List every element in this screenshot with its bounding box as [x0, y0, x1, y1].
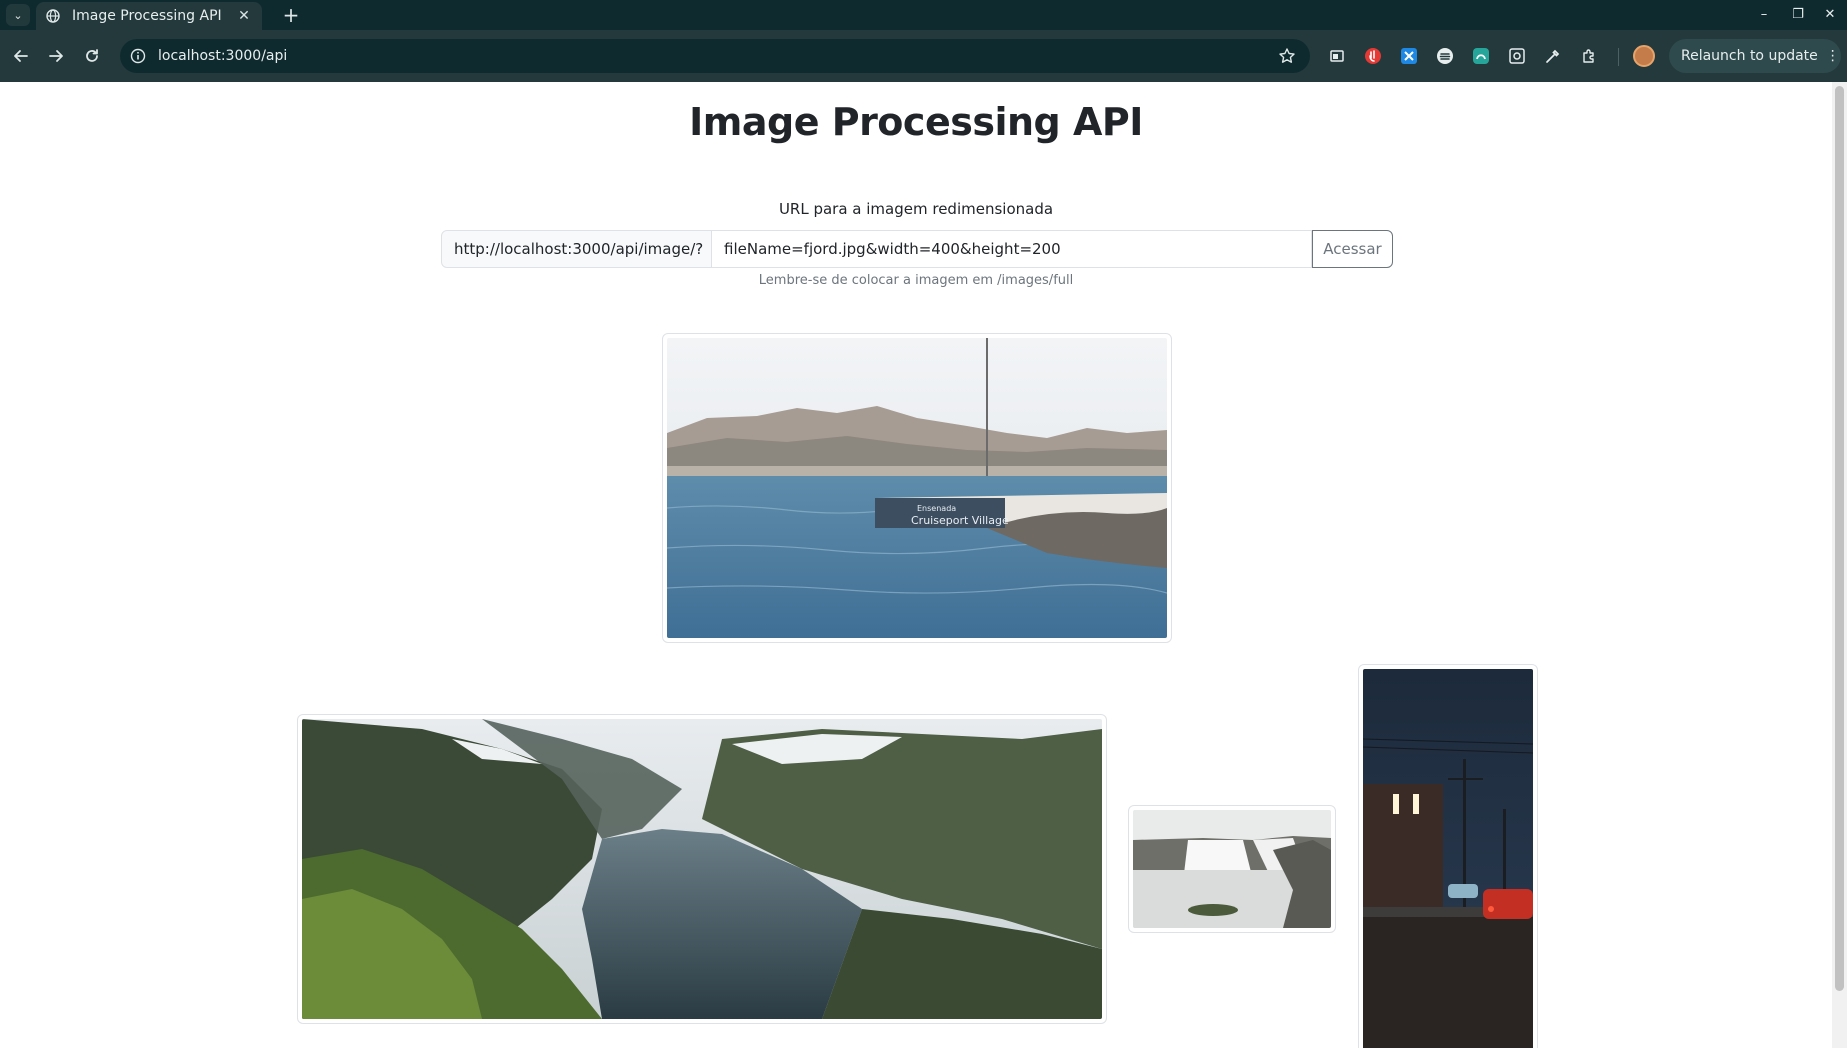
relaunch-button[interactable]: Relaunch to update ⋮	[1669, 39, 1841, 73]
night-street-image	[1358, 664, 1538, 1048]
puzzle-extensions-icon[interactable]	[1579, 46, 1599, 66]
hint-text: Lembre-se de colocar a imagem em /images…	[758, 273, 1074, 288]
harbor-sign-line2: Cruiseport Village	[911, 514, 1009, 527]
waterfall-photo	[1133, 810, 1331, 928]
waterfall-image	[1128, 805, 1336, 933]
fjord-image	[297, 714, 1107, 1024]
url-prefix: http://localhost:3000/api/image/?	[441, 230, 712, 268]
night-street-photo	[1363, 669, 1533, 1048]
address-bar[interactable]: localhost:3000/api	[120, 39, 1310, 73]
new-tab-button[interactable]: +	[280, 3, 302, 27]
access-button[interactable]: Acessar	[1312, 230, 1393, 268]
stream-extension-icon[interactable]	[1435, 46, 1455, 66]
red-extension-icon[interactable]	[1363, 46, 1383, 66]
page-title: Image Processing API	[689, 100, 1143, 144]
url-input-group: http://localhost:3000/api/image/? Acessa…	[441, 230, 1393, 268]
more-icon[interactable]: ⋮	[1826, 48, 1840, 64]
minimize-icon[interactable]: –	[1752, 5, 1776, 25]
address-text[interactable]: localhost:3000/api	[158, 48, 1278, 64]
close-icon[interactable]: ✕	[236, 8, 252, 24]
star-icon[interactable]	[1278, 47, 1296, 65]
page-scrollbar[interactable]	[1832, 82, 1847, 1048]
maximize-icon[interactable]: ❐	[1786, 5, 1810, 25]
harbor-photo: Ensenada Cruiseport Village	[667, 338, 1167, 638]
browser-tab-strip: ⌄ Image Processing API ✕ + – ❐ ✕	[0, 0, 1847, 30]
browser-tab[interactable]: Image Processing API ✕	[36, 2, 262, 30]
relaunch-label: Relaunch to update	[1681, 48, 1818, 64]
browser-toolbar: localhost:3000/api Relaunch to update ⋮	[0, 30, 1847, 82]
profile-avatar[interactable]	[1633, 45, 1655, 67]
tab-title: Image Processing API	[72, 8, 222, 24]
query-input[interactable]	[712, 230, 1312, 268]
toolbar-divider	[1618, 48, 1619, 66]
teal-extension-icon[interactable]	[1471, 46, 1491, 66]
reload-icon[interactable]	[80, 44, 104, 68]
page-content: Image Processing API URL para a imagem r…	[0, 82, 1832, 1048]
harbor-sign-line1: Ensenada	[917, 504, 956, 513]
forward-icon[interactable]	[44, 44, 68, 68]
back-icon[interactable]	[9, 44, 33, 68]
url-label: URL para a imagem redimensionada	[778, 200, 1054, 218]
window-close-icon[interactable]: ✕	[1818, 5, 1842, 25]
tab-search-icon[interactable]: ⌄	[6, 4, 30, 26]
globe-icon	[46, 9, 60, 23]
grid-extension-icon[interactable]	[1507, 46, 1527, 66]
site-info-icon[interactable]	[130, 48, 146, 64]
blue-x-extension-icon[interactable]	[1399, 46, 1419, 66]
tab-manager-extension-icon[interactable]	[1327, 46, 1347, 66]
fjord-photo	[302, 719, 1102, 1019]
eyedropper-icon[interactable]	[1543, 46, 1563, 66]
harbor-image: Ensenada Cruiseport Village	[662, 333, 1172, 643]
scrollbar-thumb[interactable]	[1835, 86, 1844, 991]
